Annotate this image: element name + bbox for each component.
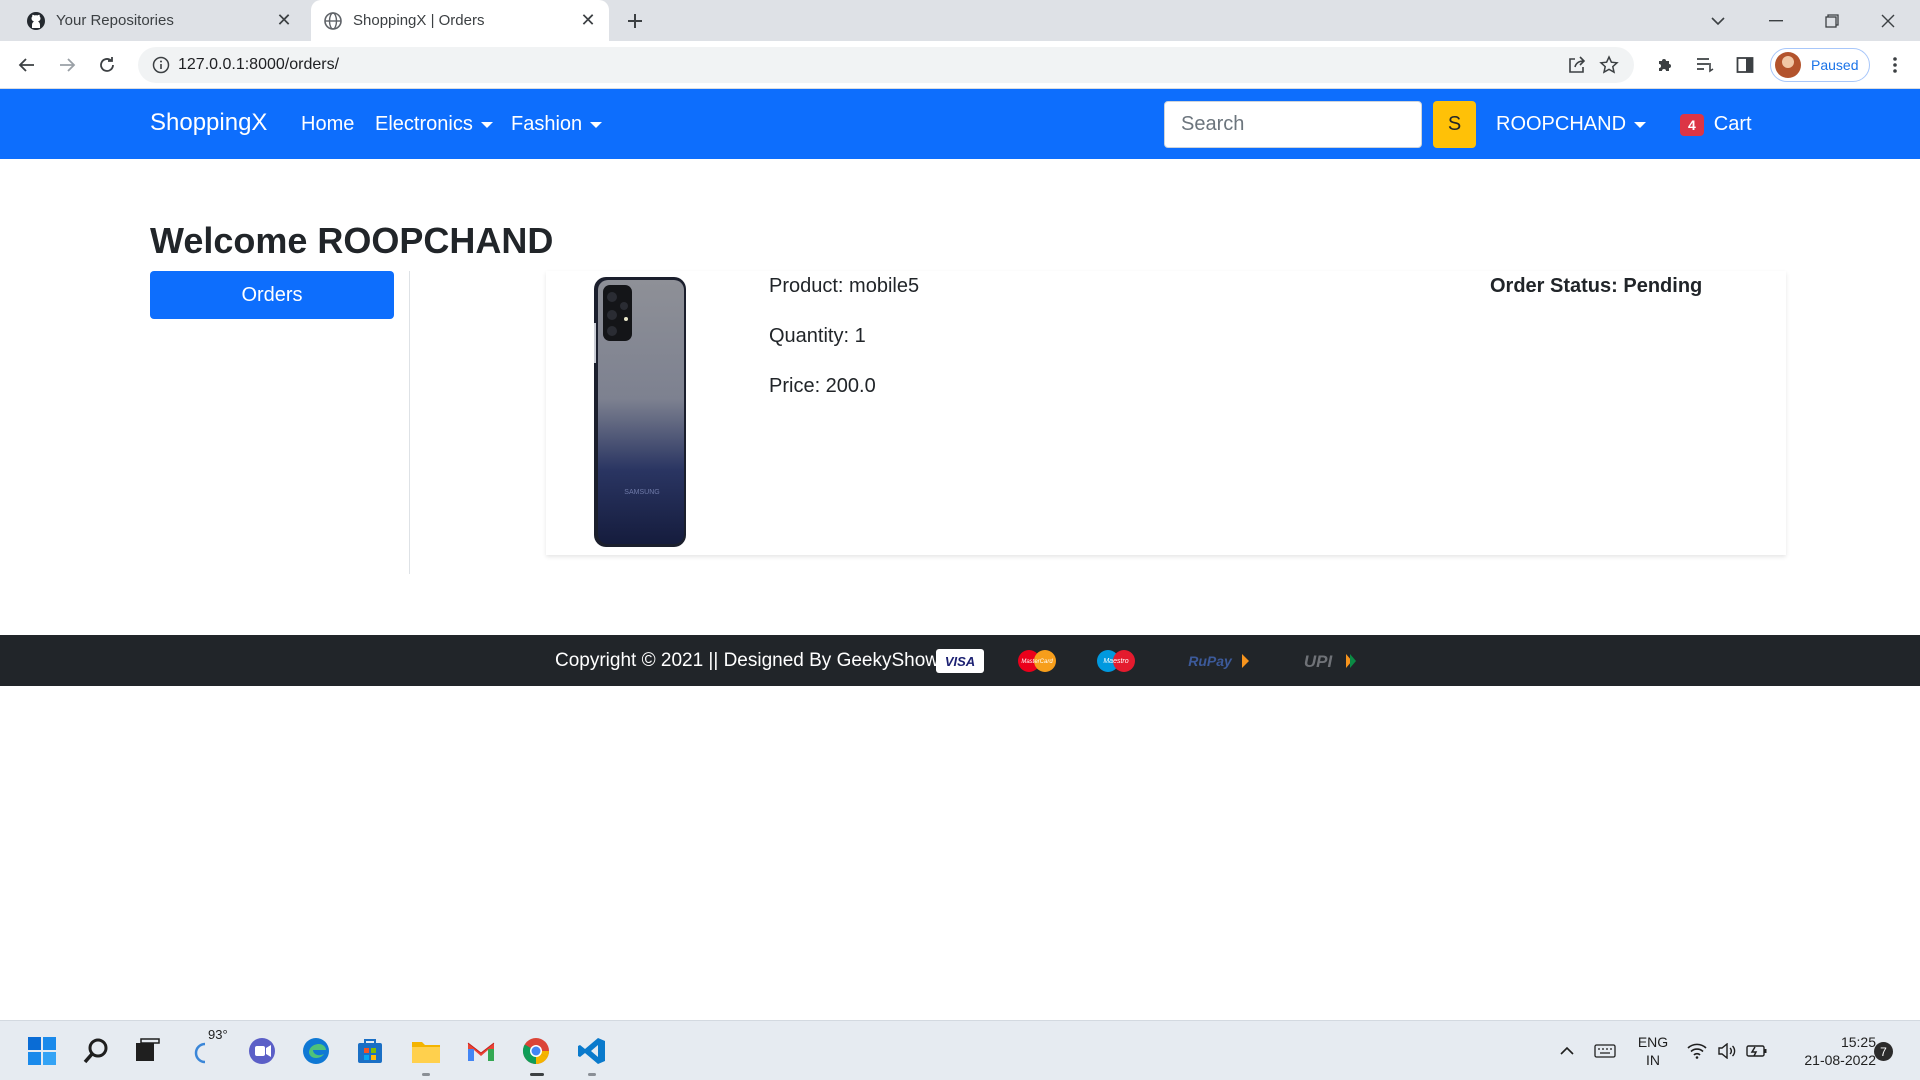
window-close-icon[interactable] — [1860, 0, 1916, 41]
rupay-logo: RuPay — [1188, 653, 1249, 669]
svg-text:Maestro: Maestro — [1103, 658, 1128, 665]
order-product: Product: mobile5 — [769, 275, 920, 297]
restore-icon[interactable] — [1804, 0, 1860, 41]
volume-icon[interactable] — [1712, 1033, 1742, 1069]
site-footer: Copyright © 2021 || Designed By GeekySho… — [0, 635, 1920, 686]
close-icon[interactable]: ✕ — [273, 10, 295, 32]
order-card: SAMSUNG Product: mobile5 Quantity: 1 Pri… — [546, 271, 1786, 555]
running-indicator — [422, 1073, 430, 1076]
forward-icon[interactable] — [52, 50, 82, 80]
new-tab-icon[interactable] — [622, 8, 648, 34]
windows-taskbar: 93° ENG IN 15:25 21-08-2022 7 — [0, 1020, 1920, 1080]
tab-search-chevron-icon[interactable] — [1690, 0, 1746, 41]
site-navbar: ShoppingX Home Electronics Fashion S ROO… — [0, 89, 1920, 159]
reload-icon[interactable] — [92, 50, 122, 80]
url-text[interactable]: 127.0.0.1:8000/orders/ — [178, 56, 339, 74]
svg-text:RuPay: RuPay — [1188, 653, 1233, 669]
microsoft-store-icon[interactable] — [352, 1033, 388, 1069]
chevron-up-icon[interactable] — [1552, 1033, 1582, 1069]
wifi-icon[interactable] — [1682, 1033, 1712, 1069]
more-menu-icon[interactable] — [1880, 50, 1910, 80]
footer-copyright: Copyright © 2021 || Designed By GeekySho… — [555, 650, 964, 671]
file-explorer-icon[interactable] — [408, 1033, 444, 1069]
notification-count-badge[interactable]: 7 — [1874, 1042, 1893, 1061]
minimize-icon[interactable] — [1748, 0, 1804, 41]
browser-tab-bar: Your Repositories ✕ ShoppingX | Orders ✕ — [0, 0, 1920, 41]
svg-text:MasterCard: MasterCard — [1021, 659, 1053, 665]
language-code: ENG — [1637, 1034, 1669, 1050]
order-price: Price: 200.0 — [769, 375, 876, 397]
tab-title: ShoppingX | Orders — [353, 12, 485, 29]
share-icon[interactable] — [1566, 54, 1588, 76]
vscode-icon[interactable] — [574, 1033, 610, 1069]
close-icon[interactable]: ✕ — [577, 10, 599, 32]
caret-down-icon — [590, 121, 603, 128]
tab-your-repositories[interactable]: Your Repositories ✕ — [14, 0, 305, 41]
clock-time: 15:25 — [1840, 1034, 1876, 1050]
welcome-heading: Welcome ROOPCHAND — [150, 220, 554, 261]
extensions-icon[interactable] — [1650, 50, 1680, 80]
gmail-icon[interactable] — [463, 1033, 499, 1069]
cart-label: Cart — [1713, 113, 1752, 135]
user-dropdown[interactable]: ROOPCHAND — [1496, 113, 1647, 136]
caret-down-icon — [480, 121, 493, 128]
upi-logo: UPI — [1304, 652, 1356, 671]
maestro-logo: Maestro — [1097, 650, 1135, 672]
nav-electronics-label: Electronics — [375, 113, 473, 135]
avatar — [1775, 52, 1801, 78]
phone-brand-text: SAMSUNG — [624, 489, 659, 496]
order-status: Order Status: Pending — [1490, 275, 1703, 297]
caret-down-icon — [1634, 121, 1647, 128]
weather-widget-icon[interactable]: 93° — [190, 1027, 228, 1069]
back-icon[interactable] — [12, 50, 42, 80]
profile-status: Paused — [1811, 57, 1859, 73]
orders-button[interactable]: Orders — [150, 271, 394, 319]
user-name: ROOPCHAND — [1496, 113, 1627, 135]
order-quantity: Quantity: 1 — [769, 325, 866, 347]
product-image: SAMSUNG — [594, 277, 686, 547]
keyboard-icon[interactable] — [1590, 1033, 1620, 1069]
address-bar[interactable]: 127.0.0.1:8000/orders/ — [138, 47, 1634, 83]
search-icon[interactable] — [78, 1033, 114, 1069]
cart-link[interactable]: 4 Cart — [1680, 113, 1752, 136]
language-indicator[interactable]: ENG IN — [1628, 1033, 1678, 1069]
bookmark-star-icon[interactable] — [1598, 54, 1620, 76]
windows-start-icon[interactable] — [24, 1033, 60, 1069]
reading-list-icon[interactable] — [1690, 50, 1720, 80]
svg-text:VISA: VISA — [945, 654, 975, 669]
github-icon — [26, 11, 46, 31]
region-code: IN — [1646, 1052, 1660, 1068]
browser-toolbar: 127.0.0.1:8000/orders/ Paused — [0, 41, 1920, 89]
side-panel-icon[interactable] — [1730, 50, 1760, 80]
nav-home-label: Home — [301, 113, 355, 135]
nav-fashion-dropdown[interactable]: Fashion — [511, 113, 603, 136]
profile-button[interactable]: Paused — [1770, 48, 1870, 82]
chrome-icon[interactable] — [518, 1033, 554, 1069]
tab-shoppingx-orders[interactable]: ShoppingX | Orders ✕ — [311, 0, 609, 41]
edge-browser-icon[interactable] — [298, 1033, 334, 1069]
globe-icon — [323, 11, 343, 31]
nav-fashion-label: Fashion — [511, 113, 583, 135]
teams-chat-icon[interactable] — [244, 1033, 280, 1069]
search-input[interactable] — [1164, 101, 1422, 148]
mastercard-logo: MasterCard — [1018, 650, 1056, 672]
nav-electronics-dropdown[interactable]: Electronics — [375, 113, 493, 136]
active-indicator — [530, 1073, 544, 1076]
task-view-icon[interactable] — [130, 1033, 166, 1069]
nav-home[interactable]: Home — [301, 113, 354, 136]
visa-logo: VISA — [936, 649, 984, 673]
running-indicator — [588, 1073, 596, 1076]
weather-temp: 93° — [208, 1027, 228, 1042]
svg-text:UPI: UPI — [1304, 652, 1334, 671]
brand-logo[interactable]: ShoppingX — [150, 109, 267, 137]
cart-count-badge: 4 — [1680, 113, 1704, 136]
info-icon[interactable] — [152, 56, 170, 74]
vertical-divider — [409, 271, 410, 574]
clock-date: 21-08-2022 — [1804, 1052, 1876, 1068]
search-button[interactable]: S — [1433, 101, 1476, 148]
clock[interactable]: 15:25 21-08-2022 — [1780, 1033, 1876, 1069]
battery-icon[interactable] — [1742, 1033, 1772, 1069]
tab-title: Your Repositories — [56, 12, 174, 29]
